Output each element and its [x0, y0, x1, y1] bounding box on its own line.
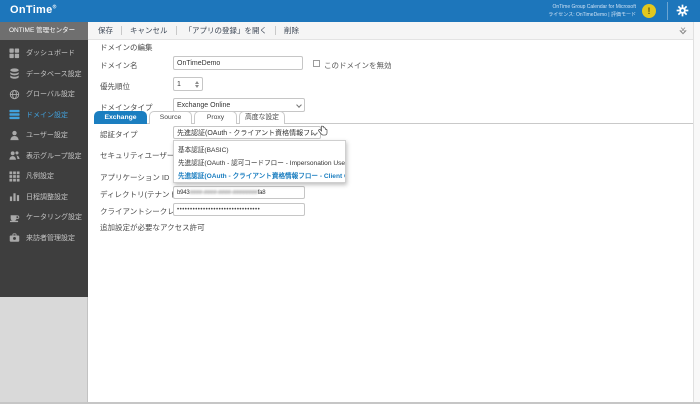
- notification-icon[interactable]: !: [642, 4, 656, 18]
- sidebar-item-database-settings[interactable]: データベース設定: [0, 64, 88, 85]
- gear-icon[interactable]: [676, 4, 689, 22]
- priority-stepper[interactable]: 1: [173, 77, 203, 91]
- close-icon[interactable]: ×: [678, 26, 688, 36]
- tab-exchange-online[interactable]: Exchange Online: [94, 111, 147, 124]
- topbar-divider: [667, 2, 668, 20]
- schedule-icon: [9, 191, 20, 202]
- sidebar-item-label: 来訪者管理設定: [26, 233, 75, 243]
- sidebar-item-label: 日程調整設定: [26, 192, 68, 202]
- globe-icon: [9, 89, 20, 100]
- chevron-down-icon: [312, 130, 318, 136]
- client-secret-value: ••••••••••••••••••••••••••••••••: [177, 207, 260, 213]
- domain-name-label: ドメイン名: [100, 60, 138, 71]
- sidebar-item-display-group-settings[interactable]: 表示グループ設定: [0, 146, 88, 167]
- toolbar-divider: [275, 26, 276, 35]
- sidebar-item-visitor-management-settings[interactable]: 来訪者管理設定: [0, 228, 88, 249]
- license-line-1: OnTime Group Calendar for Microsoft: [548, 3, 636, 11]
- registered-mark: ®: [53, 4, 57, 10]
- tab-advanced-settings[interactable]: 高度な設定: [239, 111, 285, 124]
- sidebar-item-label: 凡例設定: [26, 171, 54, 181]
- cancel-button[interactable]: キャンセル: [130, 25, 168, 36]
- sidebar-item-schedule-settings[interactable]: 日程調整設定: [0, 187, 88, 208]
- directory-id-suffix: fa8: [258, 190, 266, 196]
- domain-type-value: Exchange Online: [177, 102, 230, 109]
- catering-icon: [9, 212, 20, 223]
- ontime-admin-window: OnTime® OnTime Group Calendar for Micros…: [0, 0, 700, 404]
- sidebar-item-domain-settings[interactable]: ドメイン設定: [0, 105, 88, 126]
- domain-type-select[interactable]: Exchange Online: [173, 98, 305, 112]
- disable-domain-label: このドメインを無効: [324, 60, 392, 71]
- tab-source[interactable]: Source: [149, 111, 192, 124]
- domain-name-value: OnTimeDemo: [177, 60, 220, 67]
- client-secret-input[interactable]: ••••••••••••••••••••••••••••••••: [173, 203, 305, 216]
- disable-domain-checkbox[interactable]: [313, 60, 320, 67]
- action-toolbar: 保存 キャンセル 「アプリの登録」を開く 削除: [88, 22, 693, 40]
- sidebar-nav: ダッシュボード データベース設定 グローバル設定 ドメイン設定 ユーザー設定 表: [0, 40, 88, 248]
- license-line-2: ライセンス: OnTimeDemo | 評価モード: [548, 11, 636, 19]
- sidebar-item-legend-settings[interactable]: 凡例設定: [0, 166, 88, 187]
- group-icon: [9, 150, 20, 161]
- stepper-arrows-icon[interactable]: [195, 81, 199, 88]
- legend-icon: [9, 171, 20, 182]
- visitor-icon: [9, 232, 20, 243]
- priority-value: 1: [177, 81, 181, 88]
- user-icon: [9, 130, 20, 141]
- directory-tenant-id-input[interactable]: b943####-####-####-########fa8: [173, 186, 305, 199]
- sidebar-header: ONTIME 管理センター: [0, 22, 88, 40]
- security-user-label: セキュリティユーザー: [100, 150, 174, 161]
- page-title: ドメインの編集: [100, 42, 153, 53]
- sidebar-item-label: 表示グループ設定: [26, 151, 82, 161]
- auth-type-value: 先進認証(OAuth - クライアント資格情報フロー - ...: [177, 128, 313, 138]
- dropdown-option-oauth-authorization-code[interactable]: 先進認証(OAuth - 認可コードフロー - Impersonation Us…: [174, 155, 345, 168]
- sidebar-item-label: グローバル設定: [26, 89, 75, 99]
- domain-name-input[interactable]: OnTimeDemo: [173, 56, 303, 70]
- sidebar-item-dashboard[interactable]: ダッシュボード: [0, 43, 88, 64]
- priority-label: 優先順位: [100, 81, 130, 92]
- top-bar: OnTime® OnTime Group Calendar for Micros…: [0, 0, 700, 22]
- sidebar-item-label: ケータリング設定: [26, 212, 82, 222]
- auth-type-select[interactable]: 先進認証(OAuth - クライアント資格情報フロー - ...: [173, 126, 321, 139]
- directory-id-prefix: b943: [177, 190, 190, 196]
- additional-permissions-label: 追加設定が必要なアクセス許可: [100, 222, 205, 233]
- chevron-down-icon: [296, 102, 302, 108]
- application-id-label: アプリケーション ID: [100, 172, 169, 183]
- delete-button[interactable]: 削除: [284, 25, 299, 36]
- scrollbar[interactable]: [693, 22, 700, 404]
- toolbar-divider: [176, 26, 177, 35]
- toolbar-divider: [121, 26, 122, 35]
- save-button[interactable]: 保存: [98, 25, 113, 36]
- sidebar-item-global-settings[interactable]: グローバル設定: [0, 84, 88, 105]
- sidebar-item-catering-settings[interactable]: ケータリング設定: [0, 207, 88, 228]
- directory-id-redacted: ####-####-####-########: [190, 190, 258, 196]
- auth-type-dropdown-menu: 基本認証(BASIC) 先進認証(OAuth - 認可コードフロー - Impe…: [173, 140, 346, 183]
- sidebar-item-label: データベース設定: [26, 69, 82, 79]
- tab-proxy[interactable]: Proxy: [194, 111, 237, 124]
- ontime-logo: OnTime®: [10, 4, 57, 16]
- dropdown-option-basic-auth[interactable]: 基本認証(BASIC): [174, 142, 345, 155]
- sidebar-item-label: ドメイン設定: [26, 110, 68, 120]
- dropdown-option-oauth-client-credentials[interactable]: 先進認証(OAuth - クライアント資格情報フロー - Client Cred…: [174, 168, 345, 181]
- database-icon: [9, 68, 20, 79]
- open-app-registration-button[interactable]: 「アプリの登録」を開く: [185, 25, 268, 36]
- sidebar-item-label: ユーザー設定: [26, 130, 68, 140]
- sidebar: ONTIME 管理センター ダッシュボード データベース設定 グローバル設定 ド…: [0, 22, 88, 297]
- domain-icon: [9, 109, 20, 120]
- logo-text: OnTime: [10, 4, 53, 16]
- sidebar-item-user-settings[interactable]: ユーザー設定: [0, 125, 88, 146]
- license-info: OnTime Group Calendar for Microsoft ライセン…: [548, 3, 636, 19]
- dashboard-icon: [9, 48, 20, 59]
- sidebar-footer-area: [0, 297, 88, 404]
- sidebar-item-label: ダッシュボード: [26, 48, 75, 58]
